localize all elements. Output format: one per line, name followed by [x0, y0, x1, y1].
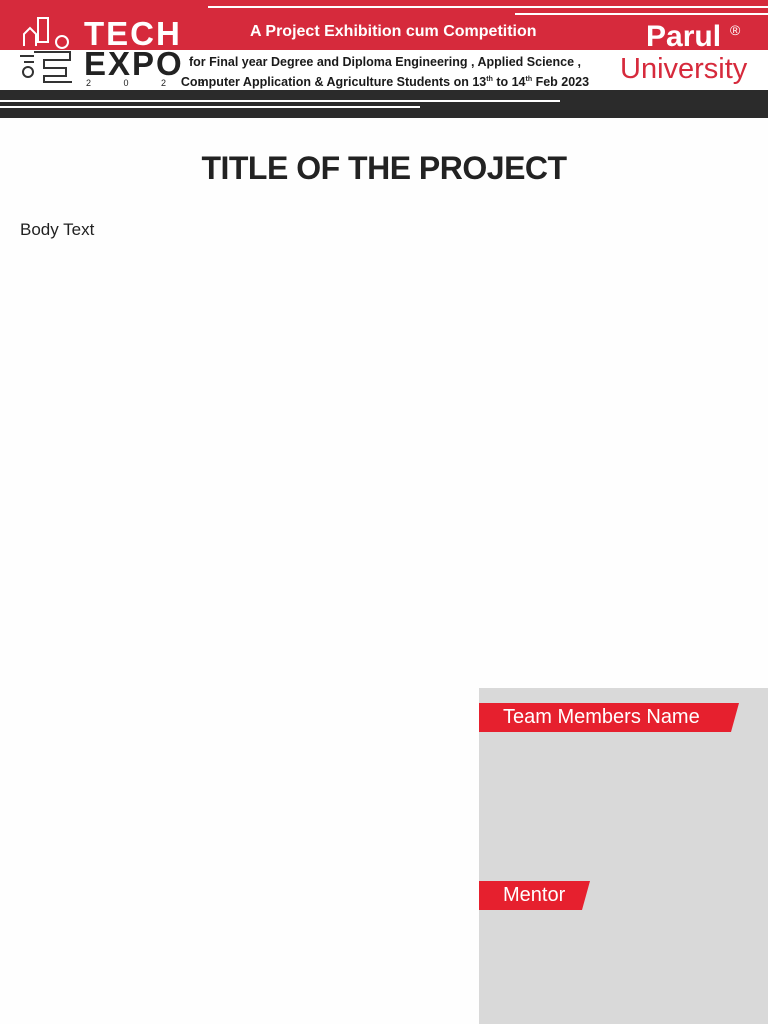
- description-line-2: Computer Application & Agriculture Stude…: [180, 75, 590, 90]
- poster-header: TECH EXPO 2 0 2 3 A Project Exhibition c…: [0, 0, 768, 118]
- header-description: for Final year Degree and Diploma Engine…: [180, 54, 590, 91]
- project-title: TITLE OF THE PROJECT: [201, 150, 567, 186]
- team-members-label: Team Members Name: [479, 703, 739, 732]
- university-logo-parul: Parul: [646, 20, 722, 53]
- body-text: Body Text: [20, 220, 95, 239]
- description-line-1: for Final year Degree and Diploma Engine…: [189, 55, 581, 69]
- mentor-label: Mentor: [479, 881, 590, 910]
- header-tagline: A Project Exhibition cum Competition: [250, 23, 537, 40]
- logo-expo-text: EXPO: [84, 45, 184, 82]
- registered-mark: ®: [730, 22, 741, 38]
- university-logo-word: University: [620, 53, 748, 85]
- header-dark-band: [0, 90, 768, 118]
- tech-expo-logo-icon: [20, 17, 72, 83]
- team-panel: Team Members Name Mentor: [479, 688, 768, 1024]
